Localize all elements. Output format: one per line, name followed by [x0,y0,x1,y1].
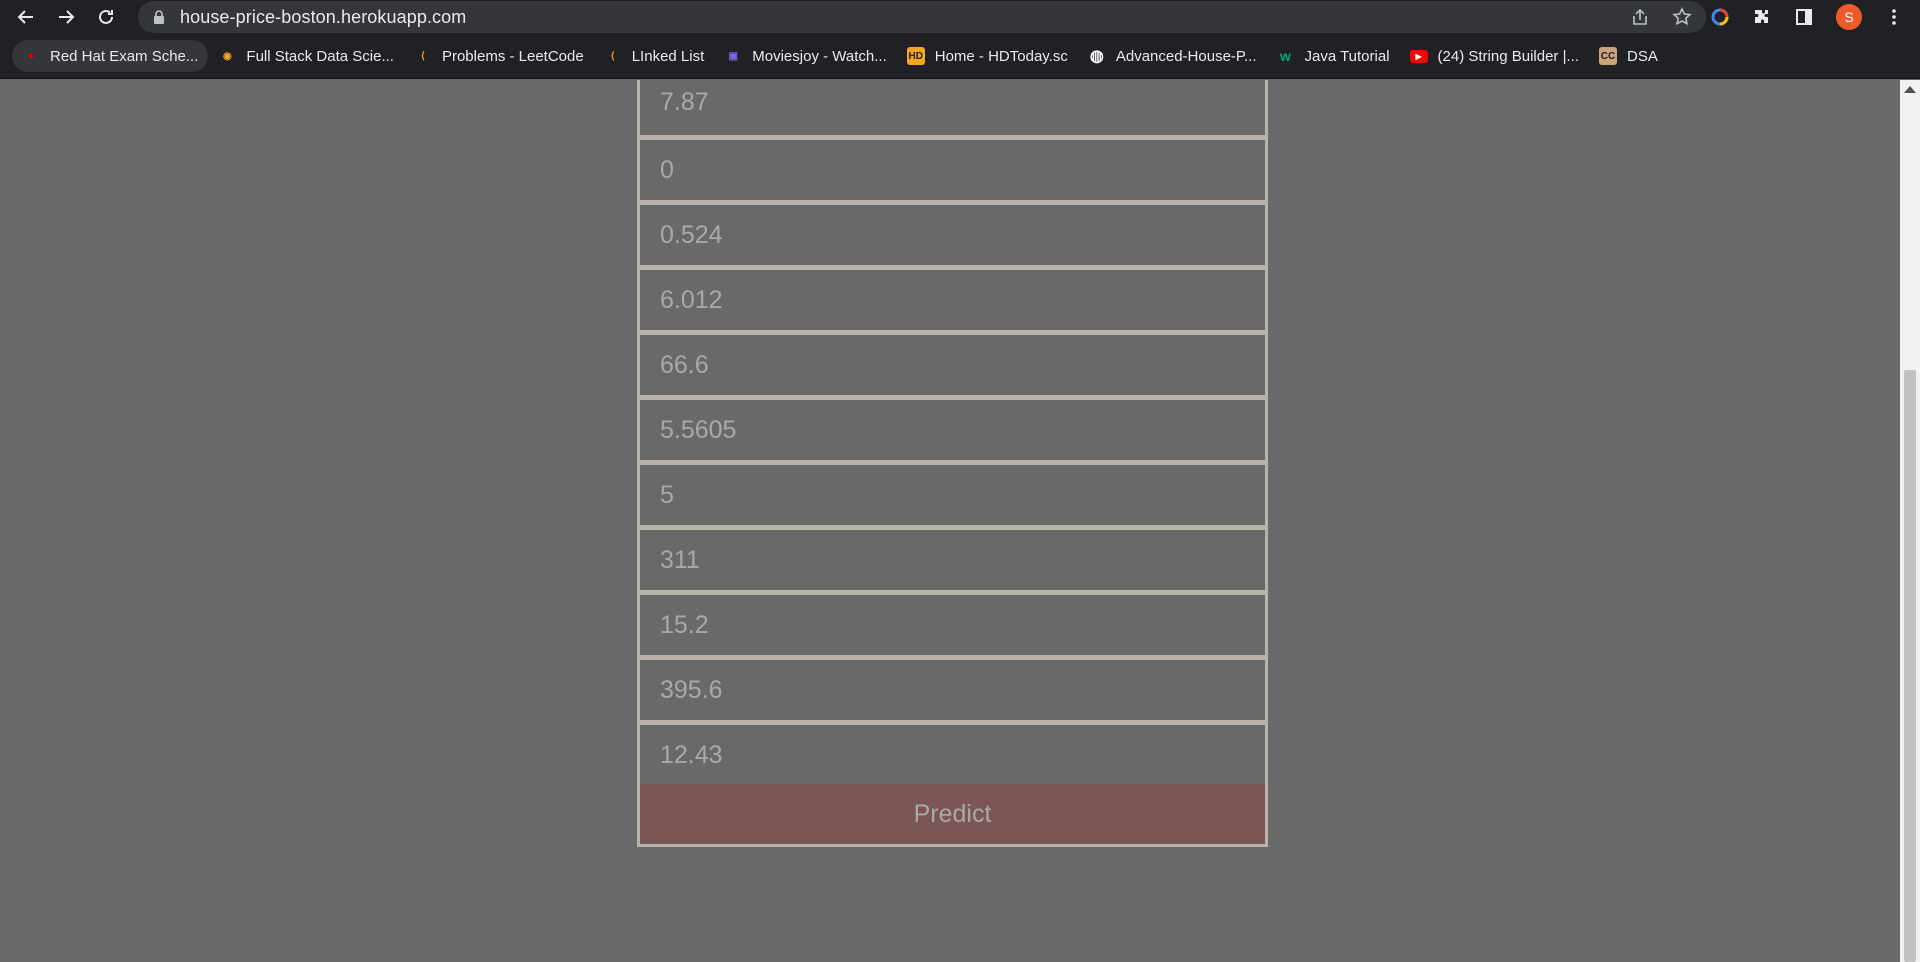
bookmark-label: Full Stack Data Scie... [246,47,394,65]
bookmark-item[interactable]: ▶ (24) String Builder |... [1400,40,1589,72]
bookmark-star-icon[interactable] [1672,7,1692,27]
feature-input[interactable]: 0.524 [637,202,1268,268]
bookmark-item[interactable]: HD Home - HDToday.sc [897,40,1078,72]
bookmark-label: LInked List [631,47,705,65]
bookmark-label: Problems - LeetCode [441,47,584,65]
bookmark-label: Home - HDToday.sc [934,47,1068,65]
bookmark-item[interactable]: CC DSA [1589,40,1668,72]
page-viewport: 7.87 0 0.524 6.012 66.6 5.5605 5 311 15.… [0,80,1920,962]
bookmark-label: Java Tutorial [1304,47,1390,65]
menu-kebab-icon[interactable] [1884,7,1904,27]
forward-icon[interactable] [46,0,86,34]
moviesjoy-icon: ▣ [728,50,738,62]
feature-input[interactable]: 395.6 [637,657,1268,723]
bookmarks-bar: ● Red Hat Exam Sche... ◉ Full Stack Data… [0,34,1920,79]
prediction-form: 7.87 0 0.524 6.012 66.6 5.5605 5 311 15.… [637,80,1268,788]
url-text: house-price-boston.herokuapp.com [180,6,467,27]
bookmark-item[interactable]: ⟨ LInked List [594,40,715,72]
reload-icon[interactable] [86,0,126,34]
scroll-up-arrow-icon[interactable] [1904,86,1916,93]
bookmark-label: DSA [1626,47,1658,65]
leetcode-icon: ⟨ [421,50,425,62]
feature-input[interactable]: 5 [637,462,1268,528]
browser-toolbar: house-price-boston.herokuapp.com S [0,0,1920,34]
scrollbar-thumb[interactable] [1904,370,1916,962]
extensions-puzzle-icon[interactable] [1752,7,1772,27]
feature-input[interactable]: 12.43 [637,722,1268,788]
github-icon: ◍ [1089,48,1104,65]
bookmark-item[interactable]: w Java Tutorial [1266,40,1399,72]
w3schools-icon: w [1280,48,1291,64]
bookmark-item[interactable]: ⟨ Problems - LeetCode [404,40,594,72]
datascience-icon: ◉ [223,50,232,62]
side-panel-icon[interactable] [1794,7,1814,27]
bookmark-label: Moviesjoy - Watch... [752,47,887,65]
bookmark-item[interactable]: ◍ Advanced-House-P... [1078,40,1267,72]
hd-icon: HD [906,47,925,65]
leetcode-icon: ⟨ [610,50,615,62]
bookmark-label: (24) String Builder |... [1437,47,1579,65]
feature-input[interactable]: 7.87 [637,80,1268,138]
back-icon[interactable] [6,0,46,34]
redhat-icon: ● [27,50,35,62]
feature-input[interactable]: 15.2 [637,592,1268,658]
lock-icon [154,10,164,24]
feature-input[interactable]: 5.5605 [637,397,1268,463]
youtube-icon: ▶ [1409,49,1428,63]
bookmark-item[interactable]: ◉ Full Stack Data Scie... [208,40,404,72]
colorful-extension-icon[interactable] [1710,7,1730,27]
feature-input[interactable]: 6.012 [637,267,1268,333]
bookmark-label: Advanced-House-P... [1115,47,1257,65]
share-icon[interactable] [1630,7,1650,27]
profile-avatar[interactable]: S [1836,4,1862,30]
predict-button[interactable]: Predict [637,784,1268,847]
feature-input[interactable]: 0 [637,137,1268,203]
feature-input[interactable]: 311 [637,527,1268,593]
bookmark-label: Red Hat Exam Sche... [50,47,199,65]
cc-icon: CC [1598,47,1617,65]
feature-input[interactable]: 66.6 [637,332,1268,398]
address-bar[interactable]: house-price-boston.herokuapp.com [138,1,1706,33]
bookmark-item[interactable]: ▣ Moviesjoy - Watch... [714,40,896,72]
bookmark-item[interactable]: ● Red Hat Exam Sche... [12,40,209,72]
